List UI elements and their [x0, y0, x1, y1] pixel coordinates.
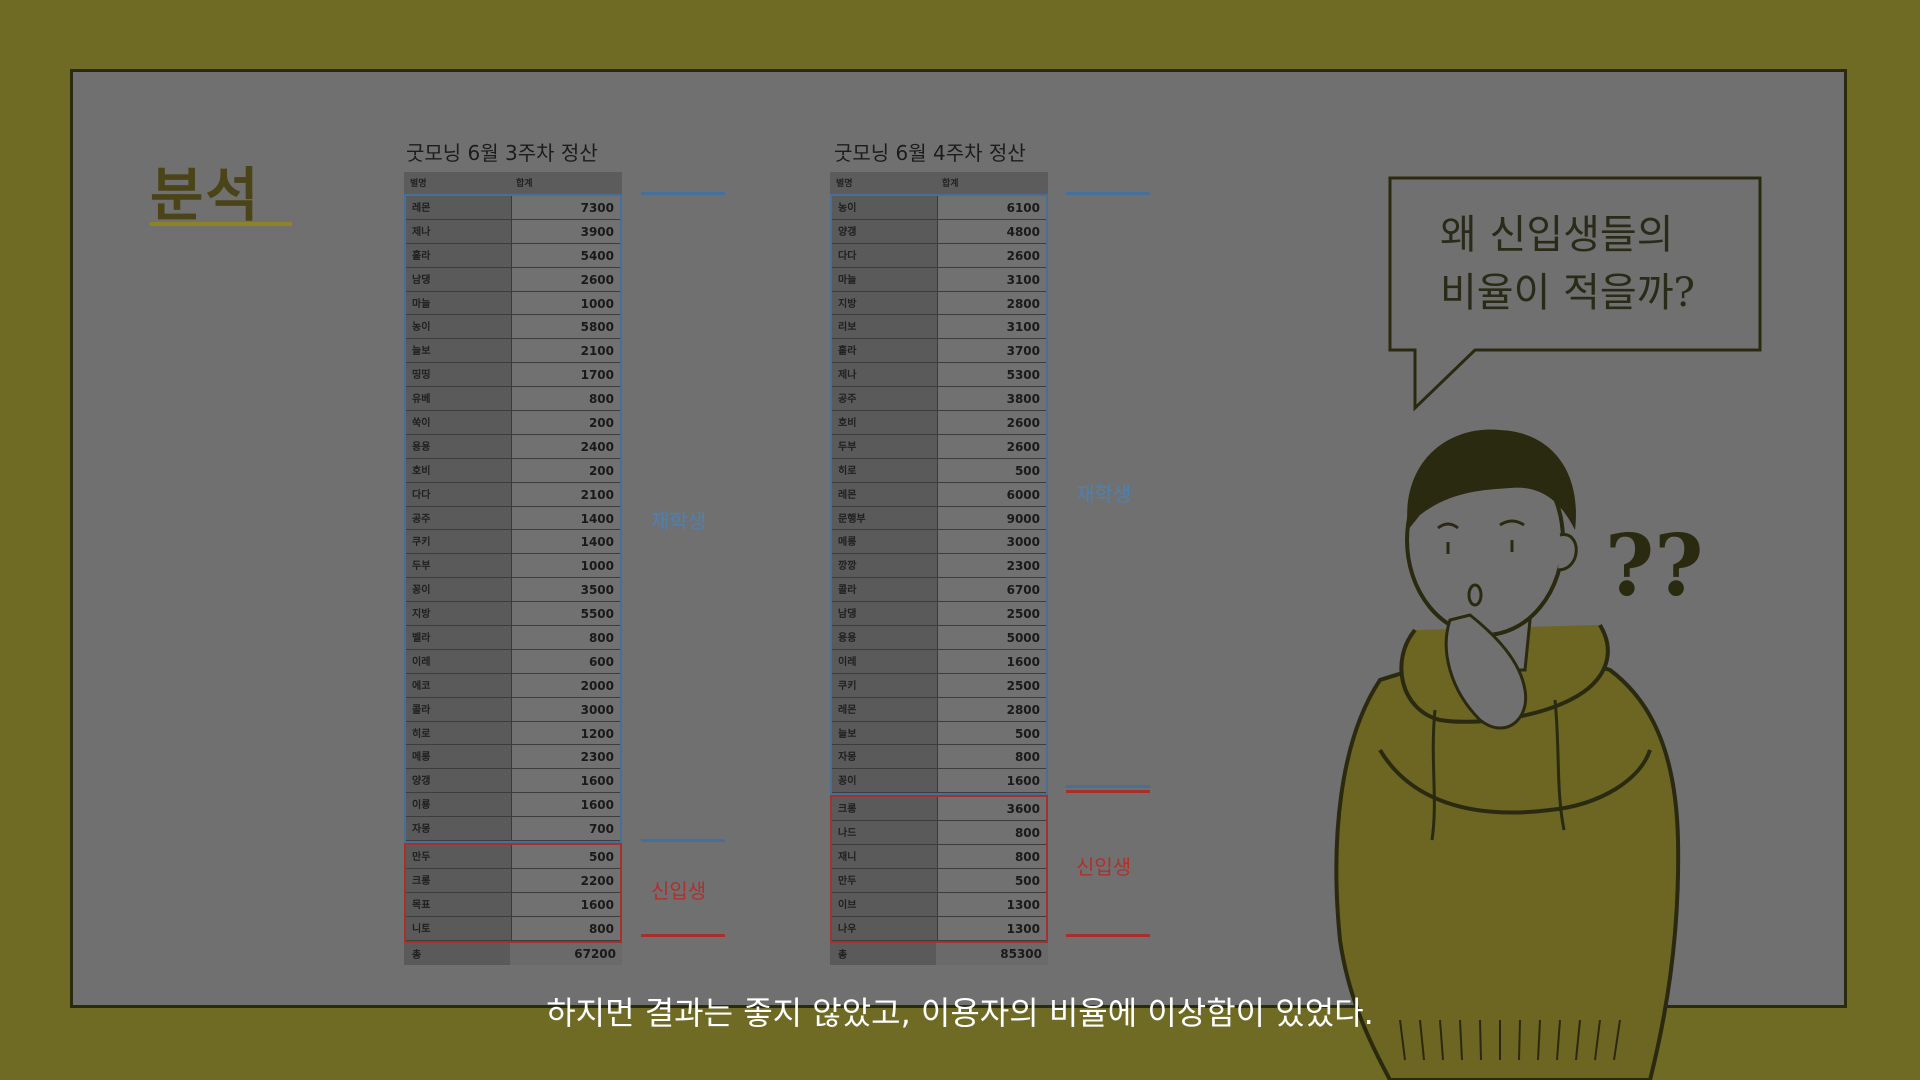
subtitle-caption: 하지먼 결과는 좋지 않았고, 이용자의 비율에 이상함이 있었다.	[546, 994, 1374, 1032]
bubble-line-1: 왜 신입생들의	[1440, 212, 1674, 258]
thinking-person-illustration: ??	[1334, 429, 1703, 1080]
question-marks: ??	[1605, 516, 1703, 615]
ear	[1557, 533, 1578, 572]
bubble-line-2: 비율이 적을까?	[1440, 270, 1695, 316]
bubble-text: 왜 신입생들의 비율이 적을까?	[1440, 206, 1695, 322]
drawstring-left	[1430, 709, 1437, 841]
